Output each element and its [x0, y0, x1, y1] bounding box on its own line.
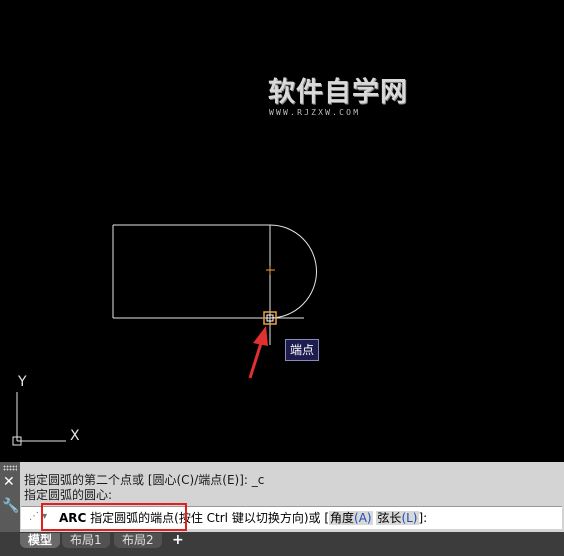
- command-history-line: 指定圆弧的圆心:: [24, 488, 113, 502]
- watermark-title: 软件自学网: [268, 77, 408, 108]
- drawing-svg: [12, 224, 317, 446]
- tab-layout2[interactable]: 布局2: [114, 533, 162, 548]
- drag-grip-icon[interactable]: [3, 465, 17, 471]
- option-angle-key: (A): [354, 511, 372, 525]
- snap-tooltip: 端点: [285, 339, 320, 361]
- watermark-url: WWW.RJZXW.COM: [269, 108, 361, 117]
- option-angle-label: 角度: [330, 511, 355, 525]
- close-icon[interactable]: ✕: [3, 475, 15, 489]
- drawing-canvas[interactable]: 软件自学网 WWW.RJZXW.COM 端点 Y X: [0, 0, 564, 462]
- prompt-end: ]:: [418, 511, 428, 525]
- wrench-icon[interactable]: 🔧: [2, 498, 19, 514]
- tab-model[interactable]: 模型: [20, 533, 61, 548]
- ucs-x-label: X: [70, 428, 80, 444]
- highlight-annotation-box: [41, 503, 187, 531]
- annotation-arrow: [248, 326, 268, 379]
- option-chord-label: 弦长: [377, 511, 402, 525]
- option-chord-key: (L): [401, 511, 418, 525]
- option-chord[interactable]: 弦长(L): [376, 511, 419, 525]
- arc-shape: [269, 224, 317, 319]
- option-angle[interactable]: 角度(A): [329, 511, 373, 525]
- ucs-icon: [12, 392, 66, 446]
- command-panel-sidebar: ✕ 🔧: [0, 462, 20, 532]
- tab-layout1[interactable]: 布局1: [62, 533, 110, 548]
- command-history-line: 指定圆弧的第二个点或 [圆心(C)/端点(E)]: _c: [24, 473, 265, 487]
- add-tab-button[interactable]: +: [172, 532, 184, 548]
- ucs-y-label: Y: [18, 374, 27, 390]
- layout-tabs: 模型 布局1 布局2 +: [0, 532, 564, 556]
